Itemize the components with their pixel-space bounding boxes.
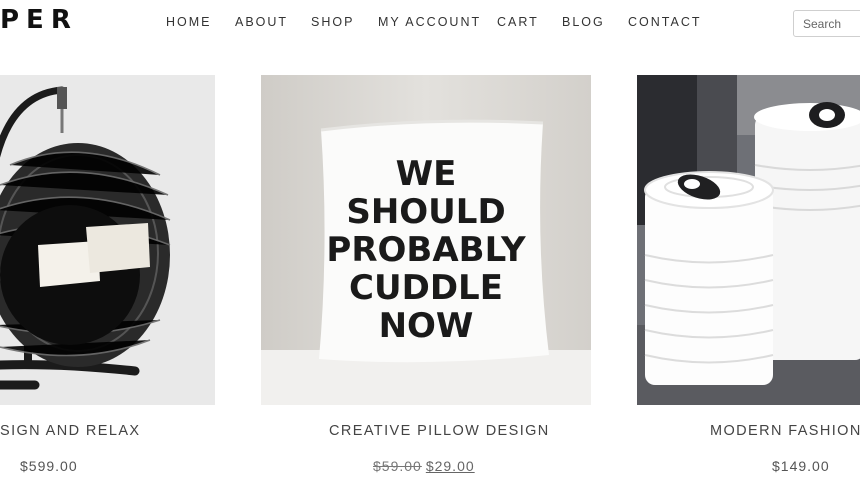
price-current: $599.00 <box>20 458 78 474</box>
product-title[interactable]: CREATIVE PILLOW DESIGN <box>329 421 550 441</box>
pillow-text-line: NOW <box>379 306 474 346</box>
product-image-pillow[interactable]: WE SHOULD PROBABLY CUDDLE NOW <box>261 75 591 405</box>
product-price: $59.00 $29.00 <box>373 456 475 476</box>
product-title[interactable]: SIGN AND RELAX <box>0 421 140 441</box>
product-price: $149.00 <box>772 456 830 476</box>
product-price: $599.00 <box>20 456 78 476</box>
nav-cart[interactable]: CART <box>497 12 539 32</box>
search-input[interactable] <box>793 10 860 37</box>
pillow-text-line: CUDDLE <box>349 268 503 308</box>
nav-contact[interactable]: CONTACT <box>628 12 702 32</box>
pillow-text-line: SHOULD <box>346 192 505 232</box>
price-current: $29.00 <box>425 458 475 474</box>
price-old: $59.00 <box>373 458 422 474</box>
nav-my-account[interactable]: MY ACCOUNT <box>378 12 481 32</box>
nav-shop[interactable]: SHOP <box>311 12 354 32</box>
nav-about[interactable]: ABOUT <box>235 12 288 32</box>
nav-home[interactable]: HOME <box>166 12 212 32</box>
site-logo[interactable]: PER <box>0 2 78 38</box>
pillow-text-line: WE <box>396 154 457 194</box>
product-image-egg-chair[interactable] <box>0 75 215 405</box>
nav-blog[interactable]: BLOG <box>562 12 605 32</box>
pillow-text-line: PROBABLY <box>326 230 526 270</box>
price-current: $149.00 <box>772 458 830 474</box>
product-image-canisters[interactable] <box>637 75 860 405</box>
product-title[interactable]: MODERN FASHION SI <box>710 421 860 441</box>
